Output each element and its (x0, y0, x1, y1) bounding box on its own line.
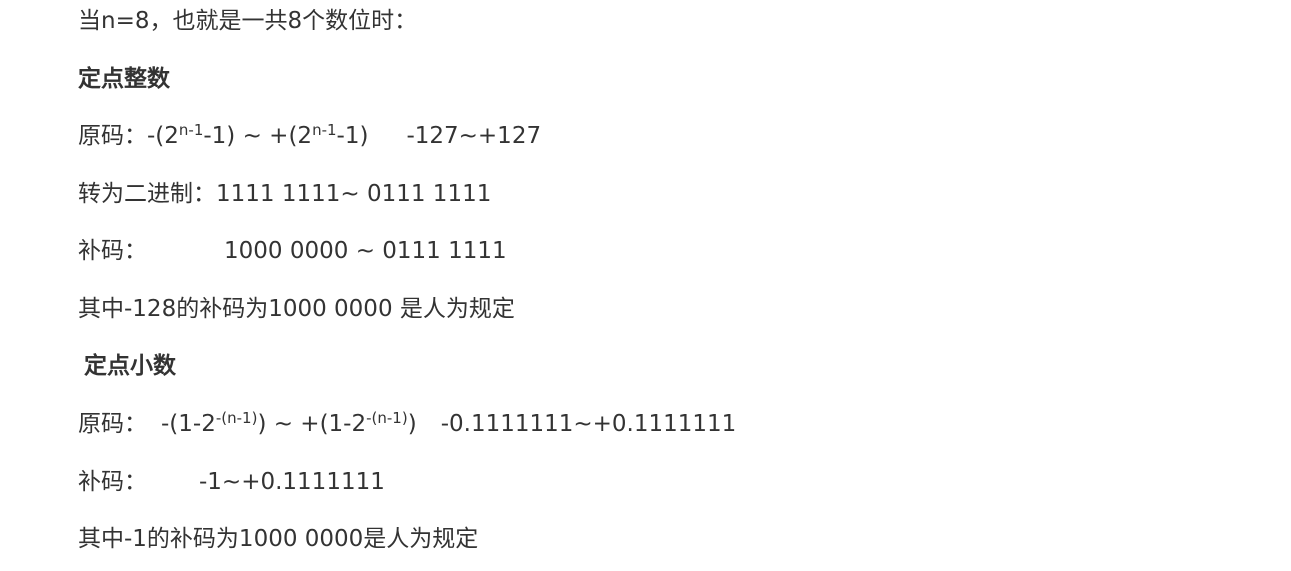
fraction-original-formula-start: -(1-2 (161, 411, 216, 437)
fraction-original-code-line: 原码： -(1-2-(n-1)) ~ +(1-2-(n-1)) -0.1111111… (78, 409, 736, 439)
integer-original-formula-mid: -1) ~ +(2 (203, 123, 313, 149)
integer-original-exponent-2: n-1 (312, 121, 337, 139)
integer-original-range: -127~+127 (406, 123, 542, 149)
fraction-complement-label: 补码： (78, 469, 147, 495)
fraction-original-range: -0.1111111~+0.1111111 (440, 411, 737, 437)
fraction-note: 其中-1的补码为1000 0000是人为规定 (78, 526, 479, 552)
integer-complement-label: 补码： (78, 238, 147, 264)
integer-original-exponent-1: n-1 (178, 121, 204, 139)
integer-note: 其中-128的补码为1000 0000 是人为规定 (78, 296, 515, 322)
fraction-complement-line: 补码： -1~+0.1111111 (78, 467, 385, 497)
integer-original-label: 原码： (78, 123, 147, 149)
fraction-original-formula-mid: ) ~ +(1-2 (257, 411, 367, 437)
integer-heading: 定点整数 (78, 66, 170, 92)
fraction-heading: 定点小数 (84, 353, 176, 379)
fraction-original-formula-end: ) (407, 411, 417, 437)
fraction-original-label: 原码： (78, 411, 147, 437)
fraction-original-exponent-1: -(n-1) (215, 409, 258, 427)
fraction-original-exponent-2: -(n-1) (366, 409, 408, 427)
integer-original-code-line: 原码：-(2n-1-1) ~ +(2n-1-1) -127~+127 (78, 121, 541, 151)
integer-original-formula-start: -(2 (147, 123, 179, 149)
binary-line: 转为二进制：1111 1111~ 0111 1111 (78, 181, 492, 207)
fraction-complement-value: -1~+0.1111111 (199, 469, 385, 495)
integer-complement-value: 1000 0000 ~ 0111 1111 (224, 238, 507, 264)
integer-original-formula-end: -1) (336, 123, 369, 149)
intro-text: 当n=8，也就是一共8个数位时： (78, 8, 418, 34)
integer-complement-line: 补码： 1000 0000 ~ 0111 1111 (78, 236, 507, 266)
